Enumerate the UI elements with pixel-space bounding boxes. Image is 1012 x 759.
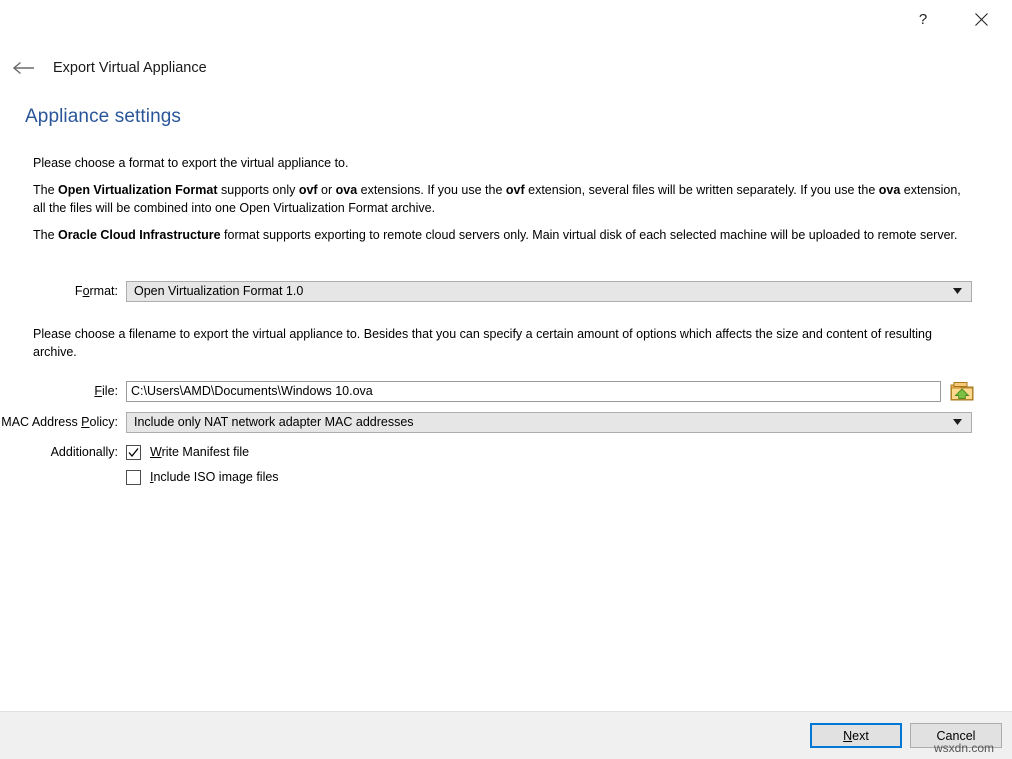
oci-text-1: The [33, 228, 58, 242]
checkmark-icon [128, 447, 139, 458]
include-iso-label: Include ISO image files [150, 470, 279, 484]
back-button[interactable] [10, 55, 38, 81]
mac-label-pre: MAC Address [1, 415, 81, 429]
next-button[interactable]: Next [810, 723, 902, 748]
mac-address-policy-arrow [953, 413, 962, 432]
ovf-bold-ovf-2: ovf [506, 183, 525, 197]
file-label-post: ile: [102, 384, 118, 398]
chevron-down-icon [953, 288, 962, 294]
write-manifest-label: Write Manifest file [150, 445, 249, 459]
ovf-bold-ovf: ovf [299, 183, 318, 197]
write-manifest-checkbox-row[interactable]: Write Manifest file [126, 445, 249, 460]
include-iso-label-post: nclude ISO image files [153, 470, 278, 484]
mac-address-policy-row: MAC Address Policy: Include only NAT net… [0, 411, 972, 433]
question-mark-icon: ? [919, 11, 927, 28]
ovf-text-1: The [33, 183, 58, 197]
dialog-footer: Next Cancel [0, 711, 1012, 759]
close-button[interactable] [958, 0, 1004, 38]
ovf-bold-ova-2: ova [879, 183, 901, 197]
format-row: Format: Open Virtualization Format 1.0 [0, 280, 972, 302]
wizard-header: Export Virtual Appliance [10, 55, 207, 81]
format-label-post: rmat: [90, 284, 118, 298]
ovf-bold-open-virtualization-format: Open Virtualization Format [58, 183, 218, 197]
write-manifest-label-post: rite Manifest file [162, 445, 250, 459]
paragraph-choose-format: Please choose a format to export the vir… [33, 154, 965, 172]
browse-folder-button[interactable] [948, 379, 976, 403]
file-label-accelerator: F [94, 384, 102, 398]
write-manifest-checkbox[interactable] [126, 445, 141, 460]
include-iso-row: Include ISO image files [0, 466, 279, 488]
close-icon [975, 13, 988, 26]
mac-address-policy-combobox[interactable]: Include only NAT network adapter MAC add… [126, 412, 972, 433]
ovf-text-5: extension, several files will be written… [525, 183, 879, 197]
format-combobox-value: Open Virtualization Format 1.0 [127, 284, 303, 298]
format-combobox-arrow [953, 282, 962, 301]
ovf-text-3: or [318, 183, 336, 197]
back-arrow-icon [13, 61, 35, 75]
folder-open-icon [950, 381, 974, 402]
mac-label-accelerator: P [81, 415, 89, 429]
format-combobox[interactable]: Open Virtualization Format 1.0 [126, 281, 972, 302]
additionally-label: Additionally: [0, 445, 126, 459]
mac-address-policy-label: MAC Address Policy: [0, 415, 126, 429]
next-button-label: ext [852, 729, 869, 743]
paragraph-oci-description: The Oracle Cloud Infrastructure format s… [33, 226, 965, 244]
title-bar: ? [0, 0, 1012, 40]
format-label-pre: F [75, 284, 83, 298]
format-label: Format: [0, 284, 126, 298]
include-iso-checkbox-row[interactable]: Include ISO image files [126, 470, 279, 485]
file-row: File: [0, 380, 976, 402]
chevron-down-icon [953, 419, 962, 425]
ovf-text-4: extensions. If you use the [357, 183, 506, 197]
file-path-input[interactable] [126, 381, 941, 402]
paragraph-choose-filename: Please choose a filename to export the v… [33, 325, 965, 361]
next-button-accelerator: N [843, 729, 852, 743]
wizard-title: Export Virtual Appliance [53, 60, 207, 76]
help-button[interactable]: ? [900, 0, 946, 38]
ovf-bold-ova: ova [336, 183, 358, 197]
watermark: wsxdn.com [934, 741, 994, 755]
oci-bold-oracle-cloud-infrastructure: Oracle Cloud Infrastructure [58, 228, 221, 242]
ovf-text-2: supports only [218, 183, 299, 197]
additionally-row: Additionally: Write Manifest file [0, 441, 249, 463]
paragraph-ovf-description: The Open Virtualization Format supports … [33, 181, 965, 217]
format-label-accelerator: o [83, 284, 90, 298]
write-manifest-accelerator: W [150, 445, 162, 459]
mac-address-policy-value: Include only NAT network adapter MAC add… [127, 415, 414, 429]
include-iso-checkbox[interactable] [126, 470, 141, 485]
oci-text-2: format supports exporting to remote clou… [221, 228, 958, 242]
page-title: Appliance settings [25, 106, 181, 128]
file-label: File: [0, 384, 126, 398]
mac-label-post: olicy: [90, 415, 118, 429]
